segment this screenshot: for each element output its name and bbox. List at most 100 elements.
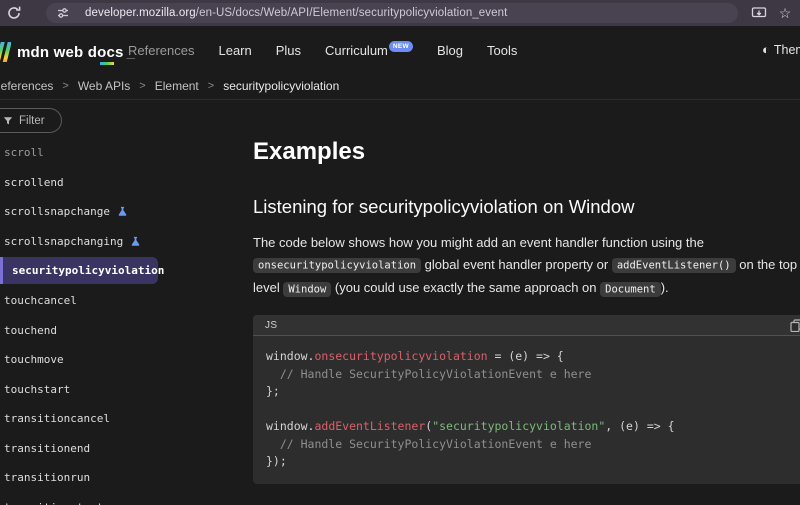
sidebar-list: scroll scrollend scrollsnapchange scrollsna…	[0, 138, 253, 505]
code-token: , (e) => {	[605, 419, 674, 433]
code-line: });	[266, 453, 800, 471]
filter-label: Filter	[19, 115, 45, 127]
sidebar-item-label: transitionend	[4, 442, 90, 455]
code-token: };	[266, 384, 280, 398]
sidebar-item-label: scroll	[4, 146, 44, 159]
code-language-label: JS	[265, 320, 277, 331]
sidebar-item-label: transitioncancel	[4, 412, 110, 425]
breadcrumb-bar: References>Web APIs>Element>securitypoli…	[0, 75, 800, 100]
section-title: Examples	[253, 138, 365, 166]
code-line: window.addEventListener("securitypolicyv…	[266, 418, 800, 436]
code-token: = (e) => {	[488, 349, 564, 363]
sidebar-item-touchcancel[interactable]: touchcancel	[0, 286, 253, 316]
sidebar-item-scrollend[interactable]: scrollend	[0, 168, 253, 198]
theme-icon: ◐	[762, 41, 770, 59]
nav-item-learn[interactable]: Learn	[218, 43, 251, 58]
code-block-header: JS	[253, 315, 800, 336]
filter-button[interactable]: Filter	[0, 108, 62, 133]
paragraph-text: The code below shows how you might add a…	[253, 235, 704, 250]
code-line	[266, 401, 800, 419]
url-path: /en-US/docs/Web/API/Element/securitypoli…	[196, 7, 508, 19]
mdn-logo[interactable]: mdn web docs _	[0, 40, 135, 64]
sidebar-item-touchmove[interactable]: touchmove	[0, 345, 253, 375]
copy-icon[interactable]	[790, 319, 800, 332]
sidebar-item-label: securitypolicyviolation	[12, 264, 164, 277]
send-to-device-icon[interactable]	[751, 5, 767, 21]
breadcrumb-item[interactable]: Web APIs	[78, 79, 130, 93]
breadcrumb: References>Web APIs>Element>securitypoli…	[0, 79, 339, 93]
sidebar-item-transitionend[interactable]: transitionend	[0, 434, 253, 464]
nav-item-blog[interactable]: Blog	[437, 43, 463, 58]
browser-toolbar: developer.mozilla.org/en-US/docs/Web/API…	[0, 0, 800, 26]
breadcrumb-separator: >	[139, 80, 145, 92]
sidebar-item-label: scrollsnapchange	[4, 205, 110, 218]
breadcrumb-item[interactable]: Element	[155, 79, 199, 93]
nav-item-curriculum[interactable]: CurriculumNEW	[325, 43, 413, 59]
code-token: window.	[266, 419, 314, 433]
inline-code[interactable]: Document	[600, 282, 661, 297]
paragraph-text: ).	[661, 280, 669, 295]
code-token: window.	[266, 349, 314, 363]
sidebar-item-scrollsnapchanging[interactable]: scrollsnapchanging	[0, 227, 253, 257]
sidebar-item-label: touchmove	[4, 353, 64, 366]
code-body[interactable]: window.onsecuritypolicyviolation = (e) =…	[253, 336, 800, 471]
breadcrumb-separator: >	[62, 80, 68, 92]
sidebar-item-label: touchstart	[4, 383, 70, 396]
sidebar-item-label: transitionstart	[4, 501, 103, 505]
sidebar-item-scroll[interactable]: scroll	[0, 138, 253, 168]
paragraph-text: global event handler property or	[421, 257, 612, 272]
paragraph-text: (you could use exactly the same approach…	[331, 280, 600, 295]
url-text[interactable]: developer.mozilla.org/en-US/docs/Web/API…	[85, 7, 507, 19]
address-bar[interactable]: developer.mozilla.org/en-US/docs/Web/API…	[46, 3, 738, 23]
sidebar-item-label: transitionrun	[4, 471, 90, 484]
nav-item-references[interactable]: References	[128, 43, 194, 58]
code-token: addEventListener	[314, 419, 425, 433]
subsection-title: Listening for securitypolicyviolation on…	[253, 196, 635, 218]
theme-toggle[interactable]: ◐ Theme	[762, 41, 800, 59]
sidebar-item-label: scrollsnapchanging	[4, 235, 123, 248]
code-token: "securitypolicyviolation"	[432, 419, 605, 433]
code-line: // Handle SecurityPolicyViolationEvent e…	[266, 366, 800, 384]
intro-paragraph: The code below shows how you might add a…	[253, 232, 800, 301]
site-header: mdn web docs _ References Learn Plus Curric…	[0, 26, 800, 75]
sidebar-item-scrollsnapchange[interactable]: scrollsnapchange	[0, 197, 253, 227]
nav-item-plus[interactable]: Plus	[276, 43, 301, 58]
code-line: };	[266, 383, 800, 401]
sidebar-item-transitionstart[interactable]: transitionstart	[0, 493, 253, 505]
url-domain: developer.mozilla.org	[85, 7, 196, 19]
theme-label: Theme	[774, 43, 800, 57]
nav-item-tools[interactable]: Tools	[487, 43, 517, 58]
breadcrumb-item[interactable]: References	[0, 79, 53, 93]
main-nav: References Learn Plus CurriculumNEW Blog Tool…	[128, 26, 517, 75]
code-token: // Handle SecurityPolicyViolationEvent e…	[266, 437, 591, 451]
sidebar-item-touchstart[interactable]: touchstart	[0, 375, 253, 405]
experimental-flask-icon	[117, 206, 128, 217]
sidebar-item-touchend[interactable]: touchend	[0, 316, 253, 346]
reload-icon[interactable]	[6, 5, 22, 21]
sidebar-item-transitionrun[interactable]: transitionrun	[0, 463, 253, 493]
sidebar-item-securitypolicyviolation[interactable]: securitypolicyviolation	[0, 257, 158, 284]
mdn-logo-text: mdn web docs	[17, 44, 124, 61]
new-badge: NEW	[389, 41, 413, 52]
filter-funnel-icon	[3, 116, 13, 126]
breadcrumb-item[interactable]: securitypolicyviolation	[223, 79, 339, 93]
inline-code[interactable]: addEventListener()	[612, 258, 736, 273]
mdn-logo-mark-icon	[0, 42, 11, 62]
main-content: Examples Listening for securitypolicyvio…	[253, 100, 800, 505]
code-token: });	[266, 454, 287, 468]
inline-code[interactable]: Window	[283, 282, 331, 297]
inline-code[interactable]: onsecuritypolicyviolation	[253, 258, 421, 273]
mdn-logo-underline	[100, 62, 114, 65]
bookmark-star-icon[interactable]: ☆	[777, 5, 793, 21]
browser-window: developer.mozilla.org/en-US/docs/Web/API…	[0, 0, 800, 505]
code-token: onsecuritypolicyviolation	[314, 349, 487, 363]
sidebar-item-label: touchcancel	[4, 294, 77, 307]
code-line: window.onsecuritypolicyviolation = (e) =…	[266, 348, 800, 366]
code-token: // Handle SecurityPolicyViolationEvent e…	[266, 367, 591, 381]
code-block: JS window.onsecuritypolicyviolation = (e…	[253, 315, 800, 484]
sidebar: Filter scrollscrollendscrollsnapchangesc…	[0, 100, 253, 505]
sidebar-item-transitioncancel[interactable]: transitioncancel	[0, 404, 253, 434]
site-settings-icon[interactable]	[57, 7, 69, 19]
experimental-flask-icon	[130, 236, 141, 247]
sidebar-item-label: touchend	[4, 324, 57, 337]
